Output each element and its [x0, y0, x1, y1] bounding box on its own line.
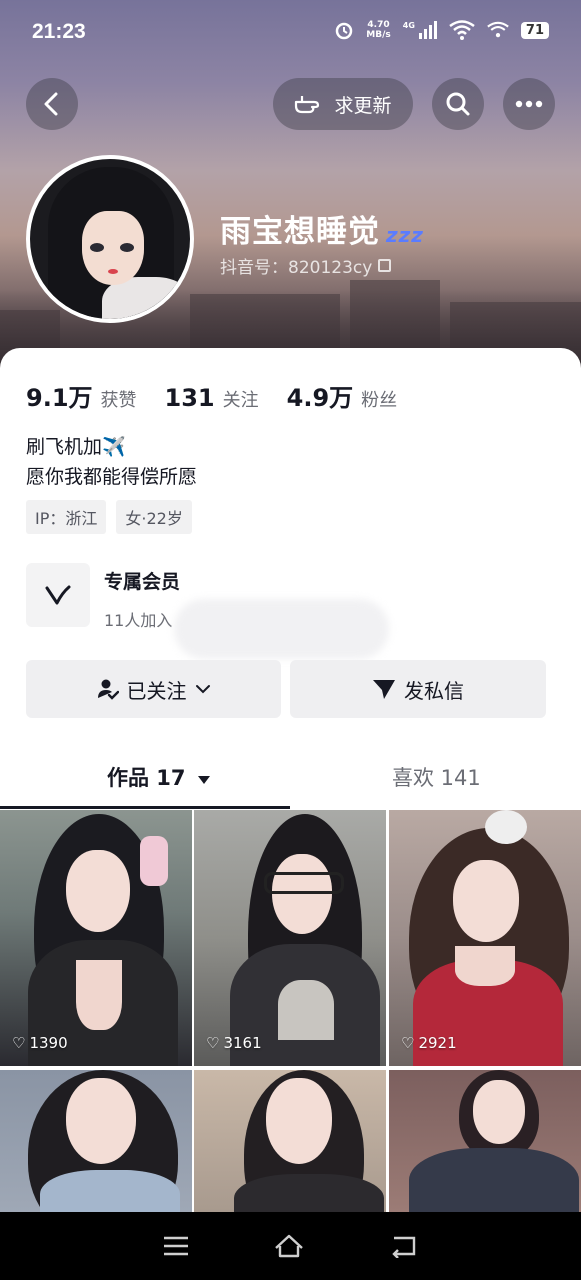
video-thumbnail[interactable] [194, 1070, 386, 1212]
video-thumbnail[interactable] [389, 1070, 581, 1212]
message-label: 发私信 [404, 678, 464, 703]
profile-name: 雨宝想睡觉 zzz [220, 214, 424, 250]
stat-following[interactable]: 131 关注 [165, 384, 259, 412]
chevron-left-icon [44, 92, 58, 116]
status-time: 21:23 [32, 20, 86, 43]
video-grid: ♡ 1390 ♡ 3161 ♡ 2921 [0, 810, 581, 1212]
alarm-icon [336, 22, 353, 40]
chevron-down-icon [195, 685, 210, 694]
copy-icon[interactable] [378, 259, 392, 272]
back-button[interactable] [26, 78, 78, 130]
bio-line: 刷飞机加✈️ [26, 436, 126, 458]
heart-icon: ♡ [401, 1034, 415, 1052]
tab-indicator [0, 806, 290, 809]
bio-line: 愿你我都能得偿所愿 [26, 466, 198, 488]
sleeping-icon: zzz [386, 223, 424, 247]
cell-signal-icon: 4G [403, 21, 437, 39]
heart-icon: ♡ [12, 1034, 26, 1052]
stat-likes[interactable]: 9.1万 获赞 [26, 378, 137, 413]
douyin-id[interactable]: 抖音号：820123cy [220, 253, 392, 278]
membership-entry[interactable]: 专属会员 11人加入 [26, 563, 556, 659]
send-icon [373, 680, 395, 699]
avatar[interactable] [26, 155, 194, 323]
system-nav-bar [0, 1212, 581, 1280]
search-icon [446, 92, 470, 116]
request-update-label: 求更新 [334, 94, 392, 117]
message-button[interactable]: 发私信 [290, 660, 546, 718]
more-button[interactable] [503, 78, 555, 130]
video-thumbnail[interactable]: ♡ 3161 [194, 810, 386, 1066]
gender-age-tag: 女·22岁 [116, 500, 192, 534]
video-thumbnail[interactable]: ♡ 1390 [0, 810, 192, 1066]
request-update-button[interactable]: 求更新 [273, 78, 413, 130]
ip-tag: IP：浙江 [26, 500, 107, 534]
bio: 刷飞机加✈️ 愿你我都能得偿所愿 [26, 432, 197, 492]
caret-down-icon [197, 776, 210, 784]
network-speed: 4.70 MB/s [366, 20, 391, 40]
status-bar: 21:23 4.70 MB/s 4G 71 [0, 0, 581, 64]
video-thumbnail[interactable] [0, 1070, 192, 1212]
content-tabs: 作品 17 喜欢 141 [0, 752, 581, 810]
wifi-icon-2 [487, 21, 509, 38]
tab-likes[interactable]: 喜欢 141 [392, 762, 481, 792]
tag-list: IP：浙江 女·22岁 [26, 500, 192, 534]
stat-followers[interactable]: 4.9万 粉丝 [287, 378, 398, 413]
membership-subtitle: 11人加入 [104, 611, 173, 630]
tab-works[interactable]: 作品 17 [107, 762, 211, 792]
follow-label: 已关注 [126, 678, 187, 703]
heart-icon: ♡ [206, 1034, 220, 1052]
stats-row: 9.1万 获赞 131 关注 4.9万 粉丝 [26, 378, 425, 413]
video-like-count: ♡ 3161 [206, 1034, 262, 1052]
more-dots-icon [515, 100, 543, 108]
search-button[interactable] [432, 78, 484, 130]
membership-v-icon [26, 563, 90, 627]
battery-indicator: 71 [520, 21, 549, 39]
user-check-icon [97, 679, 119, 700]
video-thumbnail[interactable]: ♡ 2921 [389, 810, 581, 1066]
video-like-count: ♡ 2921 [401, 1034, 457, 1052]
video-like-count: ♡ 1390 [12, 1034, 68, 1052]
menu-icon[interactable] [163, 1236, 189, 1256]
blur-overlay [174, 599, 389, 659]
back-nav-icon[interactable] [390, 1234, 418, 1258]
follow-button[interactable]: 已关注 [26, 660, 281, 718]
membership-title: 专属会员 [104, 571, 181, 593]
home-icon[interactable] [274, 1234, 304, 1258]
wifi-icon [449, 20, 475, 40]
pointing-hand-icon [295, 96, 320, 114]
